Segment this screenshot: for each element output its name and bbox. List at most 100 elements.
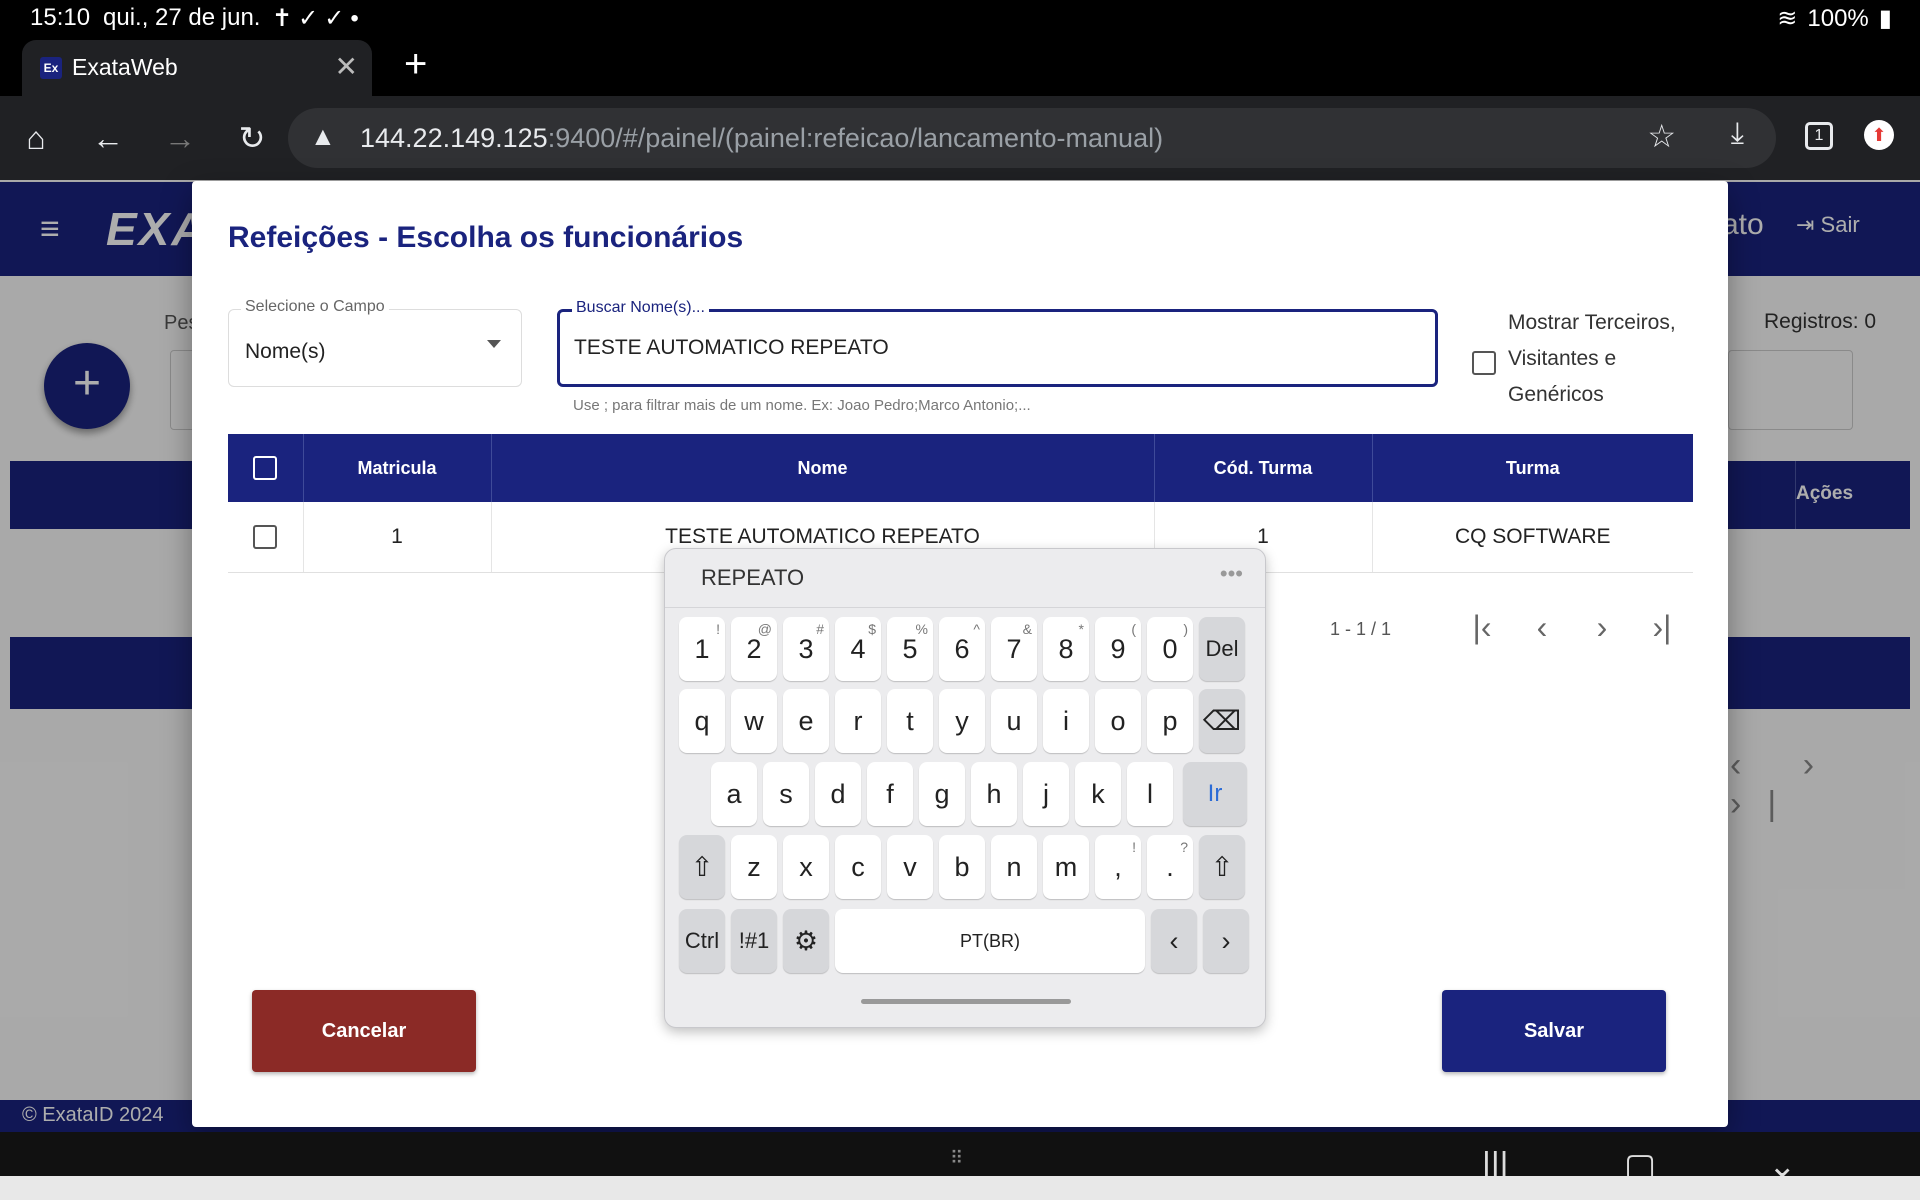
key-v[interactable]: v: [887, 835, 933, 899]
notification-icons: ✝✓✓•: [272, 5, 365, 32]
key-o[interactable]: o: [1095, 689, 1141, 753]
not-secure-warning-icon[interactable]: ▲: [310, 121, 336, 152]
key-9[interactable]: 9(: [1095, 617, 1141, 681]
cursor-left-icon[interactable]: ‹: [1151, 909, 1197, 973]
ctrl-key[interactable]: Ctrl: [679, 909, 725, 973]
shift-right-icon[interactable]: ⇧: [1199, 835, 1245, 899]
keyboard-grip-icon[interactable]: ⠿: [950, 1148, 965, 1169]
key-r[interactable]: r: [835, 689, 881, 753]
key-period[interactable]: .?: [1147, 835, 1193, 899]
profile-icon[interactable]: ⬆: [1864, 120, 1894, 150]
row-checkbox[interactable]: [253, 524, 278, 549]
backspace-icon[interactable]: ⌫: [1199, 689, 1245, 753]
key-k[interactable]: k: [1075, 762, 1121, 826]
reload-icon[interactable]: ↻: [228, 114, 276, 162]
key-2[interactable]: 2 @: [731, 617, 777, 681]
key-label: 8: [1058, 634, 1074, 664]
last-page-icon[interactable]: ›|: [1632, 609, 1692, 646]
key-i[interactable]: i: [1043, 689, 1089, 753]
key-comma[interactable]: ,!: [1095, 835, 1141, 899]
more-options-icon[interactable]: •••: [1220, 561, 1243, 587]
cancel-button[interactable]: Cancelar: [252, 990, 476, 1072]
key-f[interactable]: f: [867, 762, 913, 826]
battery-text: 100%: [1807, 4, 1869, 32]
key-b[interactable]: b: [939, 835, 985, 899]
key-s[interactable]: s: [763, 762, 809, 826]
battery-icon: ▮: [1878, 5, 1892, 32]
column-header[interactable]: Turma: [1372, 434, 1693, 502]
shift-left-icon[interactable]: ⇧: [679, 835, 725, 899]
key-d[interactable]: d: [815, 762, 861, 826]
key-x[interactable]: x: [783, 835, 829, 899]
tab-switcher-button[interactable]: 1: [1805, 122, 1833, 150]
first-page-icon[interactable]: |‹: [1452, 609, 1512, 646]
column-header[interactable]: Cód. Turma: [1154, 434, 1373, 502]
status-right-icons: ≋ 100% ▮: [1777, 4, 1892, 33]
pager-controls: |‹ ‹ › ›|: [1452, 609, 1692, 646]
key-6[interactable]: 6 ^: [939, 617, 985, 681]
space-bar[interactable]: PT(BR): [835, 909, 1145, 973]
key-t[interactable]: t: [887, 689, 933, 753]
download-icon[interactable]: ⤓: [1731, 117, 1744, 151]
key-y[interactable]: y: [939, 689, 985, 753]
table-header-row: Matricula Nome Cód. Turma Turma: [228, 434, 1693, 502]
key-z[interactable]: z: [731, 835, 777, 899]
url-host: 144.22.149.125: [360, 123, 548, 153]
key-a[interactable]: a: [711, 762, 757, 826]
key-m[interactable]: m: [1043, 835, 1089, 899]
select-all-checkbox[interactable]: [253, 456, 278, 480]
turma-cell: CQ SOFTWARE: [1372, 502, 1693, 573]
column-header[interactable]: Nome: [491, 434, 1155, 502]
field-select[interactable]: Selecione o Campo Nome(s): [228, 298, 522, 387]
bottom-strip: [0, 1176, 1920, 1200]
key-sup: #: [816, 621, 824, 637]
go-key[interactable]: Ir: [1183, 762, 1247, 826]
next-page-icon[interactable]: ›: [1572, 609, 1632, 646]
status-time: 15:10: [30, 4, 91, 31]
column-header[interactable]: Matricula: [303, 434, 492, 502]
close-tab-icon[interactable]: ✕: [335, 50, 358, 83]
search-hint: Use ; para filtrar mais de um nome. Ex: …: [573, 397, 1031, 414]
address-bar[interactable]: ▲ 144.22.149.125:9400/#/painel/(painel:r…: [288, 108, 1776, 168]
forward-icon[interactable]: →: [156, 114, 204, 162]
name-search-field[interactable]: Buscar Nome(s)...: [557, 299, 1438, 387]
key-sup: $: [868, 621, 876, 637]
show-third-parties-label[interactable]: Mostrar Terceiros, Visitantes e Genérico…: [1508, 305, 1708, 413]
key-3[interactable]: 3 #: [783, 617, 829, 681]
key-u[interactable]: u: [991, 689, 1037, 753]
settings-gear-icon[interactable]: ⚙: [783, 909, 829, 973]
key-1[interactable]: 1!: [679, 617, 725, 681]
show-third-parties-checkbox[interactable]: [1472, 351, 1496, 375]
key-8[interactable]: 8 *: [1043, 617, 1089, 681]
browser-tab[interactable]: Ex ExataWeb ✕: [22, 40, 372, 96]
symbols-key[interactable]: !#1: [731, 909, 777, 973]
key-q[interactable]: q: [679, 689, 725, 753]
key-sup: %: [915, 621, 928, 637]
key-w[interactable]: w: [731, 689, 777, 753]
new-tab-icon[interactable]: +: [404, 42, 427, 87]
key-j[interactable]: j: [1023, 762, 1069, 826]
delete-key[interactable]: Del: [1199, 617, 1245, 681]
prev-page-icon[interactable]: ‹: [1512, 609, 1572, 646]
key-0[interactable]: 0): [1147, 617, 1193, 681]
key-c[interactable]: c: [835, 835, 881, 899]
back-icon[interactable]: ←: [84, 114, 132, 162]
keyboard-drag-handle[interactable]: [861, 999, 1071, 1004]
bookmark-star-icon[interactable]: ☆: [1647, 117, 1676, 155]
key-p[interactable]: p: [1147, 689, 1193, 753]
key-7[interactable]: 7 &: [991, 617, 1037, 681]
key-e[interactable]: e: [783, 689, 829, 753]
key-5[interactable]: 5%: [887, 617, 933, 681]
save-button[interactable]: Salvar: [1442, 990, 1666, 1072]
key-label: 4: [850, 634, 866, 664]
url-text[interactable]: 144.22.149.125:9400/#/painel/(painel:ref…: [360, 123, 1163, 154]
key-h[interactable]: h: [971, 762, 1017, 826]
keyboard-suggestion[interactable]: REPEATO: [701, 565, 804, 591]
cursor-right-icon[interactable]: ›: [1203, 909, 1249, 973]
key-4[interactable]: 4 $: [835, 617, 881, 681]
row-select-cell: [228, 502, 304, 573]
home-icon[interactable]: ⌂: [12, 114, 60, 162]
search-input[interactable]: [574, 336, 1414, 360]
key-g[interactable]: g: [919, 762, 965, 826]
key-n[interactable]: n: [991, 835, 1037, 899]
